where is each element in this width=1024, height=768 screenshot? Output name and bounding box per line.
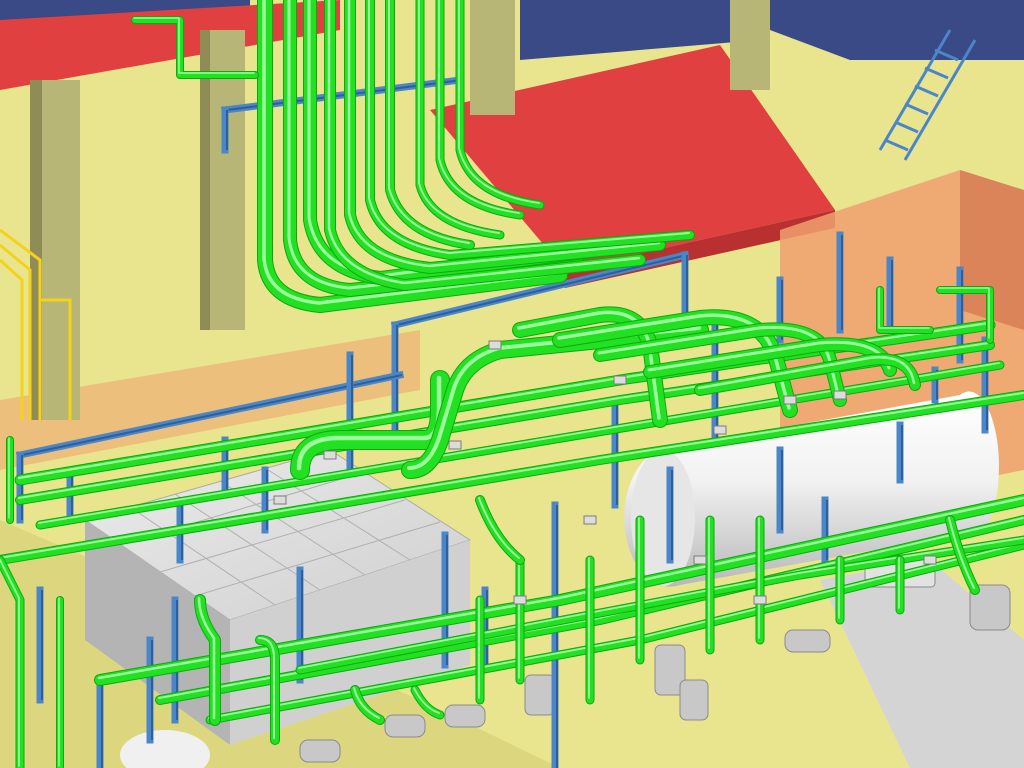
piping-scene xyxy=(0,0,1024,768)
plant-3d-model-view xyxy=(0,0,1024,768)
